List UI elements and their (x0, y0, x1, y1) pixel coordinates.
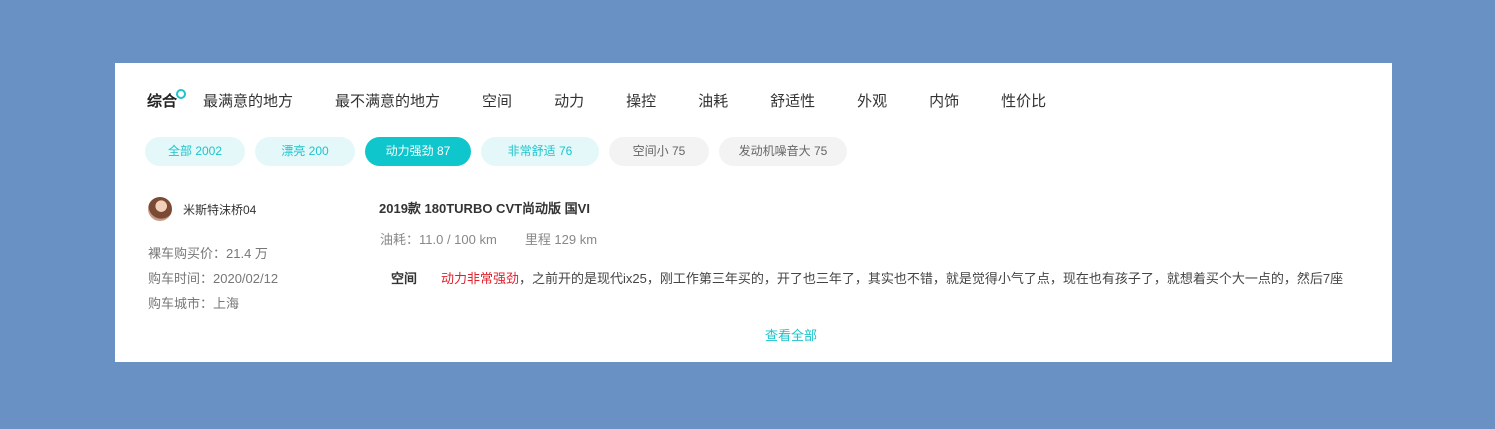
tab-space[interactable]: 空间 (482, 92, 512, 112)
reviewer-info: 米斯特沫桥04 (148, 197, 256, 221)
purchase-city: 购车城市：上海 (148, 296, 240, 311)
username[interactable]: 米斯特沫桥04 (183, 201, 256, 218)
purchase-price: 裸车购买价：21.4 万 (148, 246, 268, 261)
tab-most-satisfied[interactable]: 最满意的地方 (203, 92, 293, 112)
tab-value[interactable]: 性价比 (1001, 92, 1046, 112)
active-dot-icon (176, 89, 187, 99)
tab-fuel[interactable]: 油耗 (698, 92, 728, 112)
tab-exterior[interactable]: 外观 (857, 92, 887, 112)
tab-label: 综合 (147, 93, 178, 110)
fuel-consumption: 油耗：11.0 / 100 km (380, 232, 497, 247)
tag-engine-noise[interactable]: 发动机噪音大 75 (719, 137, 847, 166)
tab-interior[interactable]: 内饰 (929, 92, 959, 112)
purchase-date: 购车时间：2020/02/12 (148, 271, 279, 286)
review-content: ，之前开的是现代ix25，刚工作第三年买的，开了也三年了，其实也不错，就是觉得小… (519, 271, 1344, 286)
view-all-link[interactable]: 查看全部 (765, 325, 817, 344)
car-stats: 油耗：11.0 / 100 km 里程 129 km (380, 229, 597, 248)
tab-power[interactable]: 动力 (554, 92, 584, 112)
tab-least-satisfied[interactable]: 最不满意的地方 (335, 92, 440, 112)
tag-very-comfortable[interactable]: 非常舒适 76 (481, 137, 599, 166)
tag-beautiful[interactable]: 漂亮 200 (255, 137, 355, 166)
review-section-label: 空间 (391, 271, 418, 286)
avatar[interactable] (148, 197, 172, 221)
tag-all[interactable]: 全部 2002 (145, 137, 245, 166)
tag-filter-list: 全部 2002 漂亮 200 动力强劲 87 非常舒适 76 空间小 75 发动… (145, 137, 857, 166)
tag-small-space[interactable]: 空间小 75 (609, 137, 709, 166)
review-highlight: 动力非常强劲 (441, 271, 520, 286)
review-body: 空间 动力非常强劲，之前开的是现代ix25，刚工作第三年买的，开了也三年了，其实… (391, 269, 1351, 289)
tab-handling[interactable]: 操控 (626, 92, 656, 112)
mileage: 里程 129 km (524, 232, 598, 247)
car-model-title: 2019款 180TURBO CVT尚动版 国VI (379, 201, 590, 216)
tag-strong-power[interactable]: 动力强劲 87 (365, 137, 471, 166)
purchase-meta: 裸车购买价：21.4 万 购车时间：2020/02/12 购车城市：上海 (148, 241, 278, 316)
category-tabs: 综合 最满意的地方 最不满意的地方 空间 动力 操控 油耗 舒适性 外观 内饰 … (147, 89, 1046, 113)
tab-overall[interactable]: 综合 (147, 89, 187, 112)
review-text: 动力非常强劲，之前开的是现代ix25，刚工作第三年买的，开了也三年了，其实也不错… (441, 269, 1343, 289)
review-card: 综合 最满意的地方 最不满意的地方 空间 动力 操控 油耗 舒适性 外观 内饰 … (115, 63, 1392, 362)
tab-comfort[interactable]: 舒适性 (770, 92, 815, 112)
